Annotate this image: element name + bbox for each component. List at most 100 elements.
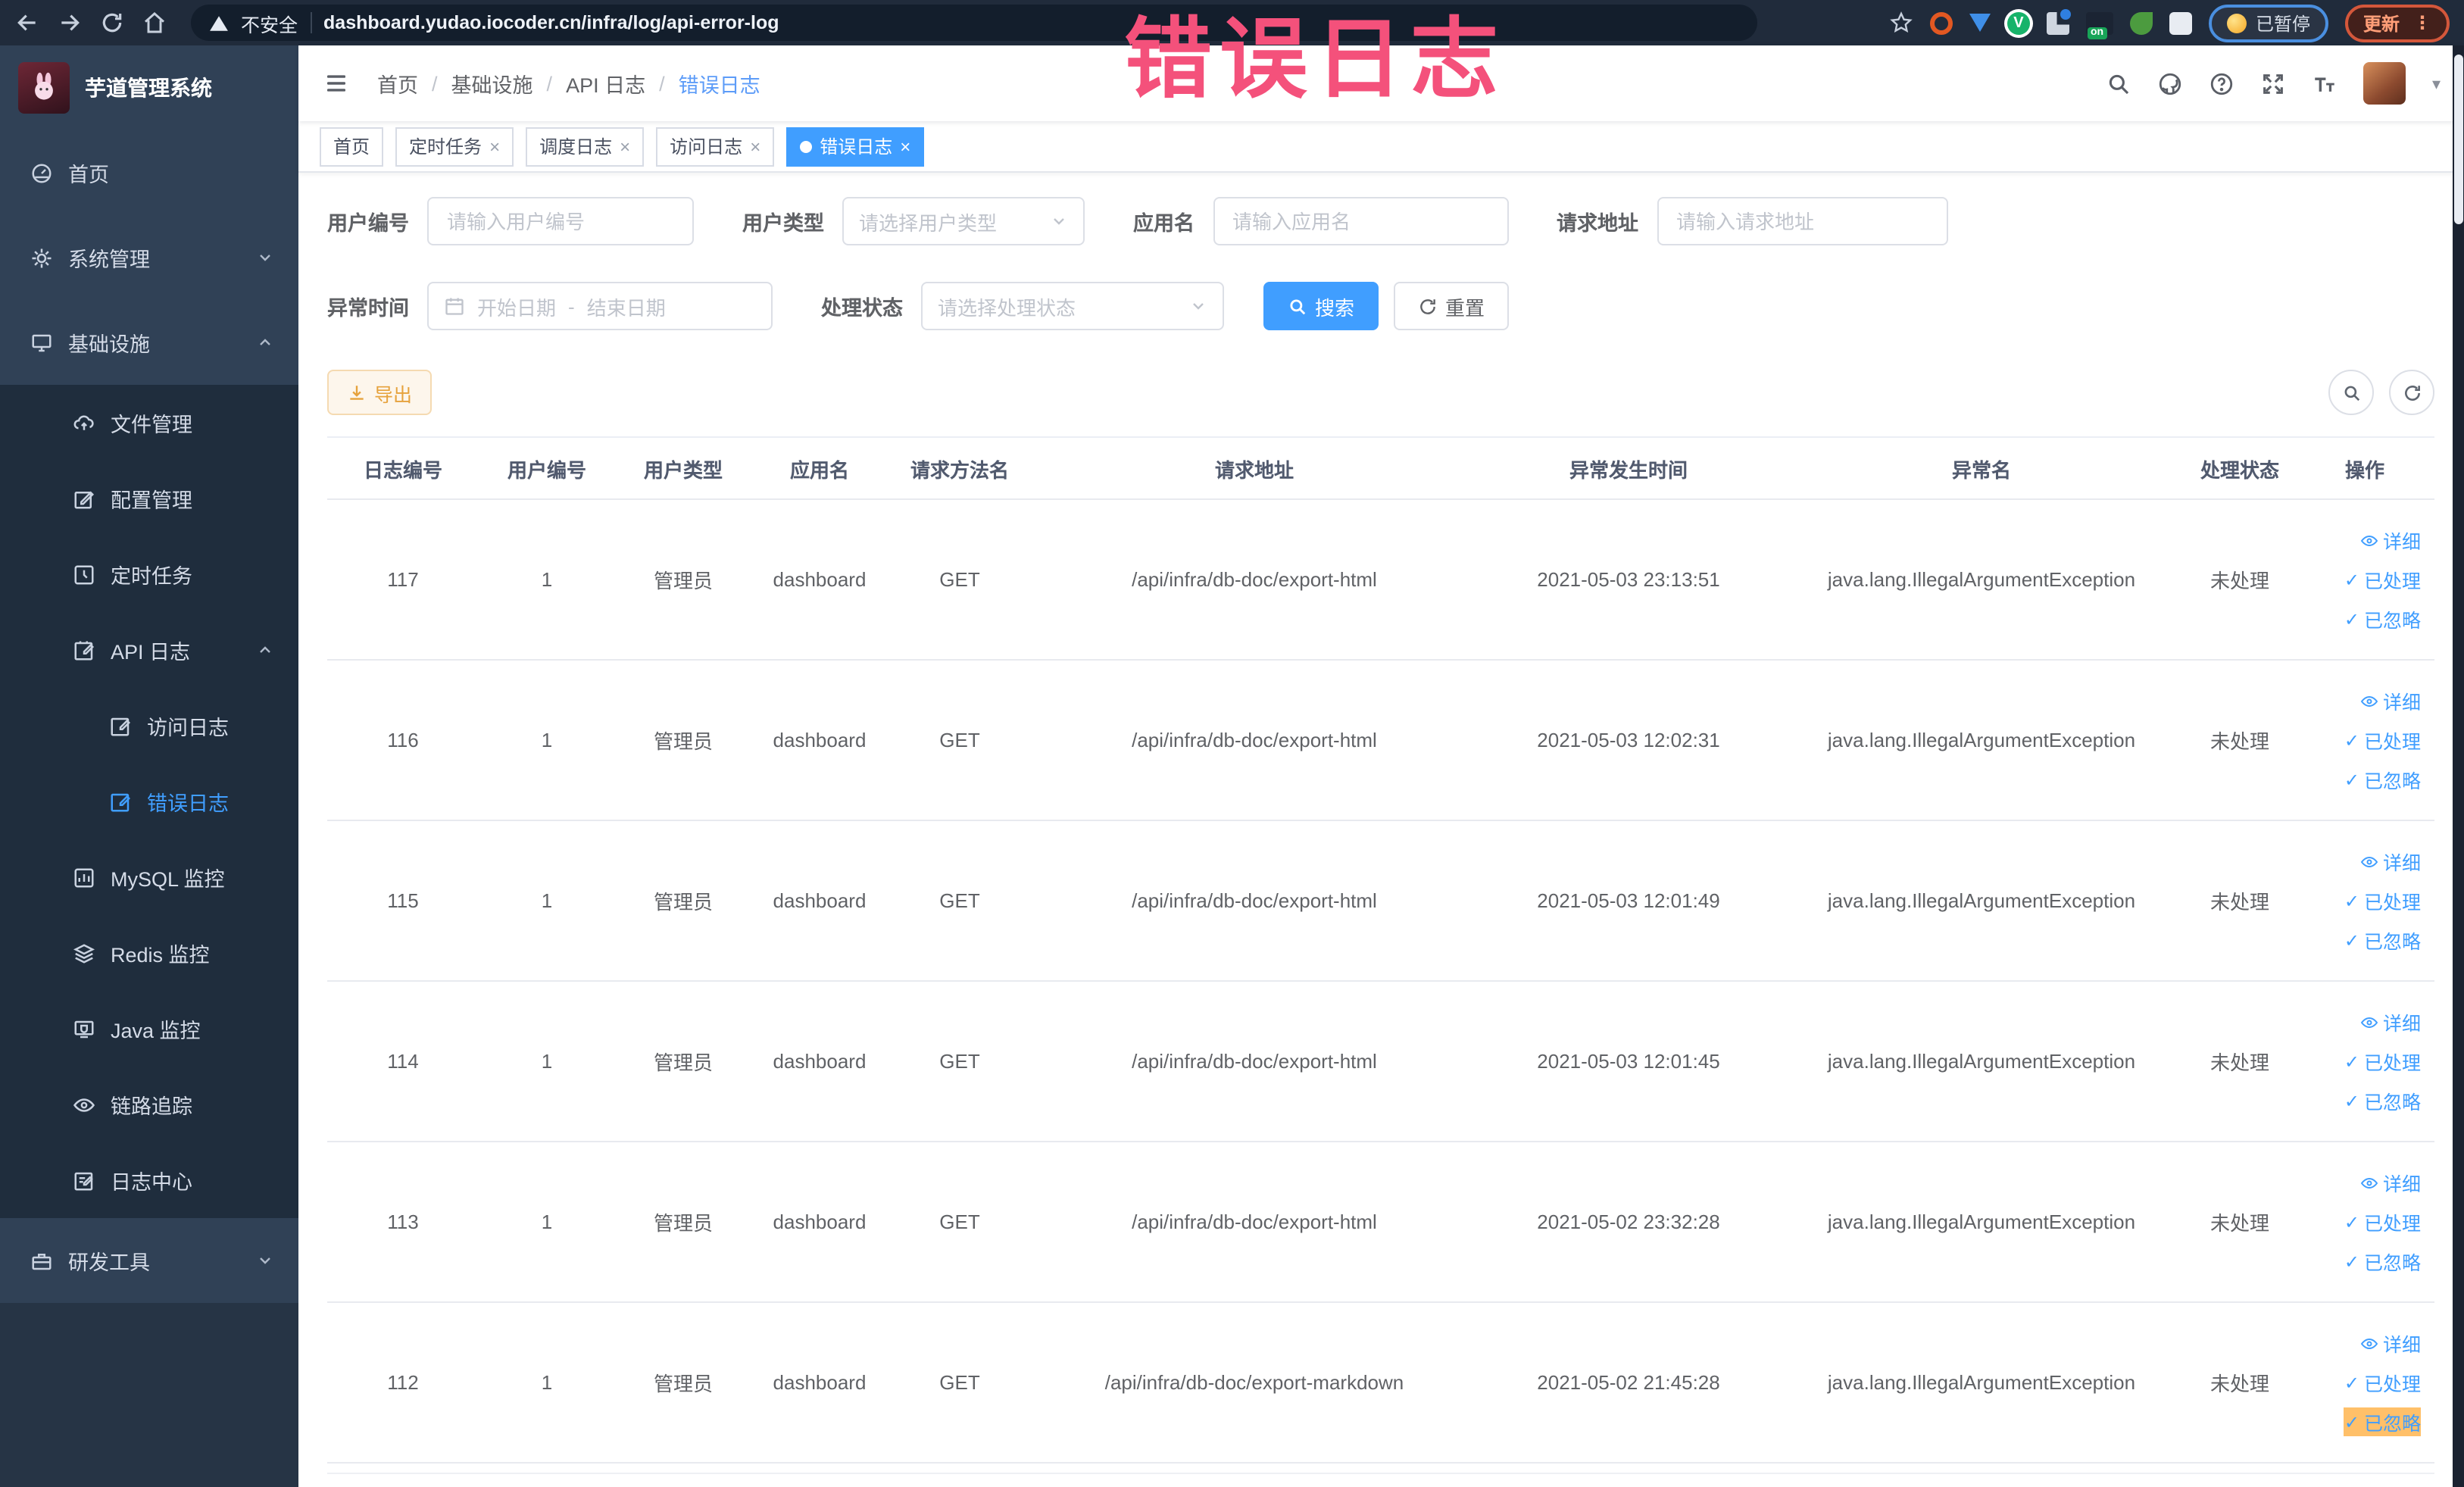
extension-icon-6[interactable] (2129, 11, 2153, 34)
calendar-icon (445, 298, 464, 315)
extension-icon-3[interactable]: V (2006, 11, 2030, 34)
tab-access-log[interactable]: 访问日志 × (656, 127, 775, 166)
sidebar-item-home[interactable]: 首页 (0, 130, 298, 215)
sidebar-item-infra[interactable]: 基础设施 (0, 300, 298, 385)
toggle-search-button[interactable] (2328, 370, 2374, 415)
processed-link[interactable]: ✓ 已处理 (2344, 886, 2421, 915)
sidebar-item-api-log[interactable]: API 日志 (0, 612, 298, 688)
reset-button[interactable]: 重置 (1394, 282, 1510, 330)
app-logo-row[interactable]: 芋道管理系统 (0, 45, 298, 130)
ignored-link[interactable]: ✓ 已忽略 (2344, 1247, 2421, 1276)
search-button[interactable]: 搜索 (1263, 282, 1379, 330)
cell-user-id: 1 (541, 1371, 553, 1394)
close-icon[interactable]: × (900, 136, 910, 157)
detail-link[interactable]: 详细 (2360, 1007, 2421, 1036)
sidebar-item-system[interactable]: 系统管理 (0, 215, 298, 300)
sidebar-item-trace[interactable]: 链路追踪 (0, 1067, 298, 1142)
refresh-table-button[interactable] (2389, 370, 2434, 415)
extension-icon-4[interactable] (2046, 8, 2071, 34)
address-bar[interactable]: 不安全 dashboard.yudao.iocoder.cn/infra/log… (191, 5, 1757, 41)
extension-icon-2[interactable] (1969, 14, 1991, 32)
refresh-icon (2404, 385, 2419, 400)
processed-link[interactable]: ✓ 已处理 (2344, 1368, 2421, 1397)
exception-time-range-picker[interactable]: 开始日期 - 结束日期 (427, 282, 773, 330)
help-icon[interactable] (2209, 70, 2235, 96)
forward-icon[interactable] (58, 11, 82, 35)
sidebar-item-file[interactable]: 文件管理 (0, 385, 298, 461)
cell-app-name: dashboard (773, 1050, 867, 1073)
breadcrumb-item[interactable]: 首页 (377, 68, 418, 98)
detail-link[interactable]: 详细 (2360, 847, 2421, 876)
extensions-puzzle-icon[interactable] (2169, 11, 2192, 34)
sidebar-item-access-log[interactable]: 访问日志 (0, 688, 298, 764)
ignored-link[interactable]: ✓ 已忽略 (2344, 926, 2421, 954)
breadcrumb-item[interactable]: 基础设施 (451, 68, 533, 98)
user-type-label: 用户类型 (742, 212, 824, 235)
detail-link[interactable]: 详细 (2360, 1168, 2421, 1197)
sidebar-item-devtools[interactable]: 研发工具 (0, 1218, 298, 1303)
extension-icon-5[interactable]: on (2085, 11, 2113, 39)
detail-link[interactable]: 详细 (2360, 1329, 2421, 1357)
ignored-link[interactable]: ✓ 已忽略 (2344, 765, 2421, 794)
scrollbar-thumb[interactable] (2454, 55, 2463, 224)
browser-menu-icon[interactable]: ⋮ (2413, 12, 2431, 33)
breadcrumb-item[interactable]: API 日志 (566, 68, 645, 98)
detail-link[interactable]: 详细 (2360, 686, 2421, 715)
processed-link[interactable]: ✓ 已处理 (2344, 726, 2421, 754)
tab-job[interactable]: 定时任务 × (395, 127, 514, 166)
sidebar-item-job[interactable]: 定时任务 (0, 536, 298, 612)
app-name-input[interactable] (1213, 197, 1508, 245)
tab-error-log[interactable]: 错误日志 × (786, 127, 925, 166)
hamburger-icon[interactable] (323, 71, 350, 95)
table-toolbar: 导出 (327, 370, 2434, 415)
request-url-input[interactable] (1657, 197, 1947, 245)
font-size-icon[interactable] (2313, 70, 2338, 96)
tab-home[interactable]: 首页 (320, 127, 384, 166)
log-center-icon (74, 1171, 93, 1190)
user-type-select[interactable]: 请选择用户类型 (842, 197, 1085, 245)
ignored-link[interactable]: ✓ 已忽略 (2344, 1086, 2421, 1115)
export-button[interactable]: 导出 (327, 370, 433, 415)
close-icon[interactable]: × (489, 136, 500, 157)
reload-icon[interactable] (100, 11, 124, 35)
app-logo (18, 62, 70, 114)
github-icon[interactable] (2158, 70, 2184, 96)
close-icon[interactable]: × (620, 136, 630, 157)
browser-scrollbar[interactable] (2453, 45, 2464, 1487)
back-icon[interactable] (15, 11, 39, 35)
avatar[interactable] (2363, 62, 2406, 105)
sidebar-item-redis[interactable]: Redis 监控 (0, 915, 298, 991)
search-icon[interactable] (2106, 70, 2132, 96)
extension-icon-1[interactable] (1929, 11, 1953, 34)
tab-label: 首页 (333, 136, 370, 158)
sidebar-item-config[interactable]: 配置管理 (0, 461, 298, 536)
eye-icon (2360, 534, 2378, 546)
sidebar-item-log-center[interactable]: 日志中心 (0, 1142, 298, 1218)
update-button[interactable]: 更新 ⋮ (2344, 4, 2450, 42)
sidebar-item-error-log[interactable]: 错误日志 (0, 764, 298, 839)
tab-job-log[interactable]: 调度日志 × (526, 127, 645, 166)
processed-link[interactable]: ✓ 已处理 (2344, 1047, 2421, 1076)
user-id-input[interactable] (427, 197, 694, 245)
home-icon[interactable] (142, 11, 167, 35)
top-navbar: 首页 / 基础设施 / API 日志 / 错误日志 ▾ (298, 45, 2464, 121)
detail-link[interactable]: 详细 (2360, 526, 2421, 555)
ignored-link[interactable]: ✓ 已忽略 (2344, 604, 2421, 633)
eye-icon (2360, 1176, 2378, 1189)
paused-badge[interactable]: 已暂停 (2208, 4, 2328, 42)
eye-icon (2360, 1016, 2378, 1028)
doc-edit-icon (111, 717, 131, 736)
avatar-caret-icon[interactable]: ▾ (2432, 73, 2441, 93)
ignored-link[interactable]: ✓ 已忽略 (2344, 1407, 2421, 1436)
processed-link[interactable]: ✓ 已处理 (2344, 1207, 2421, 1236)
bookmark-star-icon[interactable] (1889, 11, 1913, 35)
sidebar-item-java[interactable]: Java 监控 (0, 991, 298, 1067)
table-row: 114 1 管理员 dashboard GET /api/infra/db-do… (327, 982, 2434, 1142)
close-icon[interactable]: × (750, 136, 760, 157)
app-root: 错误日志 不安全 dashboard.yudao.iocoder.cn/infr… (0, 0, 2464, 1487)
process-status-select[interactable]: 请选择处理状态 (921, 282, 1224, 330)
chevron-down-icon (1193, 303, 1204, 310)
processed-link[interactable]: ✓ 已处理 (2344, 565, 2421, 594)
sidebar-item-mysql[interactable]: MySQL 监控 (0, 839, 298, 915)
fullscreen-icon[interactable] (2261, 70, 2287, 96)
